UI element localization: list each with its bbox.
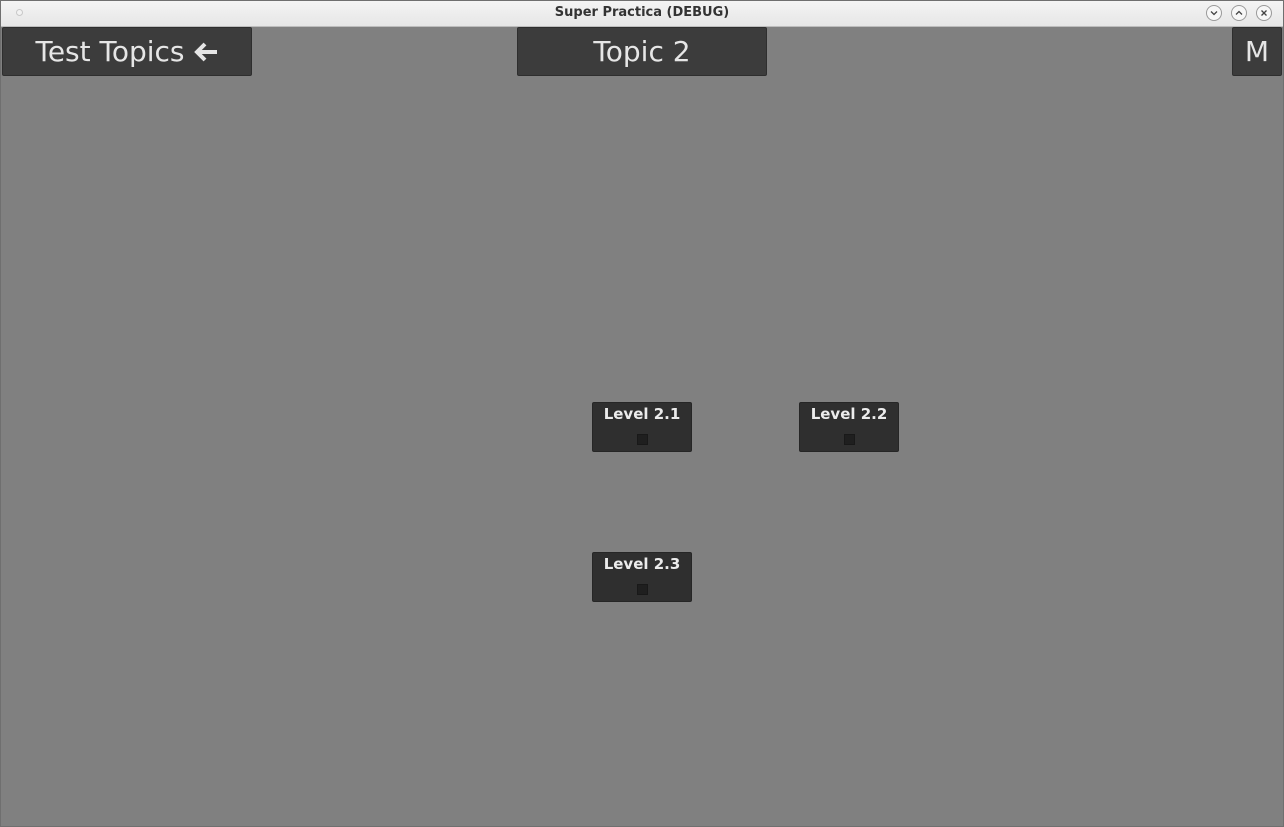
arrow-left-icon <box>193 30 219 77</box>
back-button-label: Test Topics <box>35 35 185 68</box>
level-tile-2-3[interactable]: Level 2.3 <box>592 552 692 602</box>
completion-indicator <box>637 584 648 595</box>
level-label: Level 2.1 <box>603 405 681 423</box>
close-button[interactable] <box>1256 5 1272 21</box>
topic-title: Topic 2 <box>517 27 767 76</box>
minimize-button[interactable] <box>1206 5 1222 21</box>
chevron-up-icon <box>1235 10 1243 15</box>
level-label: Level 2.3 <box>603 555 681 573</box>
level-label: Level 2.2 <box>810 405 888 423</box>
app-window: Super Practica (DEBUG) Test Topics Topic… <box>0 0 1284 827</box>
main-content: Test Topics Topic 2 M Level 2.1 Level 2.… <box>1 27 1283 826</box>
menu-button[interactable]: M <box>1232 27 1282 76</box>
chevron-down-icon <box>1210 11 1218 16</box>
maximize-button[interactable] <box>1231 5 1247 21</box>
completion-indicator <box>637 434 648 445</box>
title-bar[interactable]: Super Practica (DEBUG) <box>1 1 1283 27</box>
level-tile-2-2[interactable]: Level 2.2 <box>799 402 899 452</box>
close-icon <box>1261 10 1267 16</box>
back-button[interactable]: Test Topics <box>2 27 252 76</box>
level-tile-2-1[interactable]: Level 2.1 <box>592 402 692 452</box>
completion-indicator <box>844 434 855 445</box>
window-title: Super Practica (DEBUG) <box>554 5 730 20</box>
